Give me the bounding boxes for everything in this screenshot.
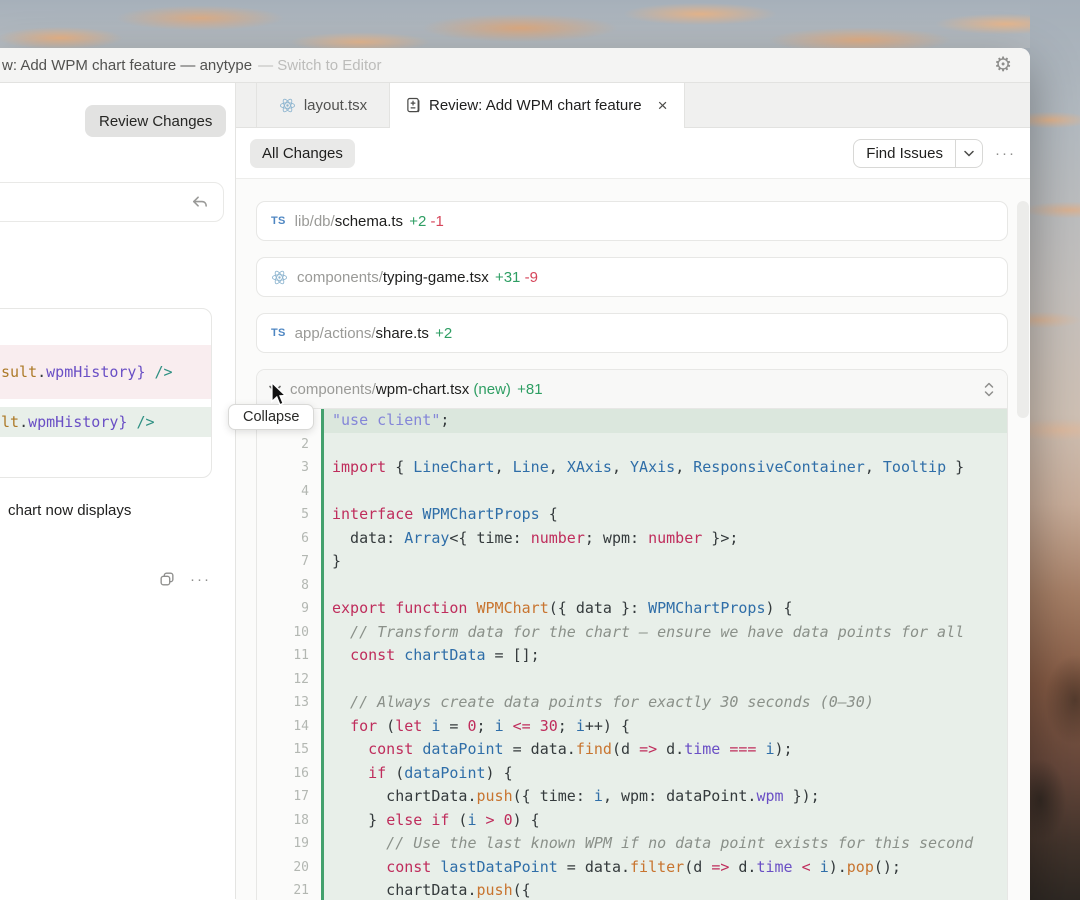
ts-icon: TS	[271, 215, 286, 227]
added-line: lt. wpmHistory} />	[0, 407, 211, 437]
undo-icon[interactable]	[190, 193, 209, 212]
file-path: lib/db/	[294, 212, 335, 230]
wallpaper-sky-band	[0, 0, 1080, 48]
deletions-count: -1	[430, 212, 444, 230]
deletions-count: -9	[524, 268, 538, 286]
code-line: 17 chartData.push({ time: i, wpm: dataPo…	[257, 785, 1007, 809]
titlebar: w: Add WPM chart feature — anytype — Swi…	[0, 48, 1030, 83]
window-title: w: Add WPM chart feature — anytype	[2, 56, 253, 74]
additions-count: +2	[435, 324, 453, 342]
code-line: 1"use client";	[257, 409, 1007, 433]
file-card-schema[interactable]: TS lib/db/schema.ts +2 -1	[256, 201, 1008, 241]
tab-label: layout.tsx	[303, 96, 368, 114]
code-line: 8	[257, 573, 1007, 597]
app-window: w: Add WPM chart feature — anytype — Swi…	[0, 48, 1030, 900]
file-name: schema.ts	[334, 212, 404, 230]
code-line: 4	[257, 479, 1007, 503]
find-issues-label: Find Issues	[866, 144, 943, 162]
file-name: wpm-chart.tsx	[375, 380, 470, 398]
ts-icon: TS	[271, 327, 286, 339]
main-panel: layout.tsx Review: Add WPM chart feature…	[236, 83, 1030, 900]
wallpaper-right-band	[1030, 0, 1080, 900]
new-file-badge: (new)	[473, 380, 511, 398]
file-name: share.ts	[375, 324, 429, 342]
code-line: 14 for (let i = 0; i <= 30; i++) {	[257, 714, 1007, 738]
assistant-message-text: chart now displays	[8, 502, 132, 519]
removed-line: sult. wpmHistory} />	[0, 345, 211, 399]
close-icon[interactable]: ×	[658, 96, 668, 116]
diff-file-icon	[406, 97, 421, 114]
code-line: 18 } else if (i > 0) {	[257, 808, 1007, 832]
review-changes-button[interactable]: Review Changes	[85, 105, 227, 137]
toolbar-more-icon[interactable]: ···	[995, 145, 1016, 162]
code-diff-view[interactable]: 1"use client";23import { LineChart, Line…	[257, 408, 1007, 900]
file-card-share[interactable]: TS app/actions/share.ts +2	[256, 313, 1008, 353]
find-issues-button[interactable]: Find Issues	[853, 138, 983, 168]
code-line: 12	[257, 667, 1007, 691]
additions-count: +31	[494, 268, 521, 286]
copy-icon[interactable]	[158, 570, 176, 588]
code-line: 20 const lastDataPoint = data.filter(d =…	[257, 855, 1007, 879]
file-name: typing-game.tsx	[382, 268, 489, 286]
gear-icon[interactable]: ⚙	[994, 55, 1012, 75]
code-line: 21 chartData.push({	[257, 879, 1007, 900]
code-line: 2	[257, 432, 1007, 456]
code-line: 19 // Use the last known WPM if no data …	[257, 832, 1007, 856]
code-line: 16 if (dataPoint) {	[257, 761, 1007, 785]
more-options-icon[interactable]: ···	[190, 571, 211, 588]
chevron-down-icon[interactable]	[955, 139, 982, 167]
expanded-file-header[interactable]: components/wpm-chart.tsx (new) +81	[257, 370, 1007, 408]
code-line: 13 // Always create data points for exac…	[257, 691, 1007, 715]
diff-snippet-card: sult. wpmHistory} /> lt. wpmHistory} />	[0, 308, 212, 478]
cursor-pointer-icon	[268, 382, 290, 408]
left-sidebar: Review Changes sult. wpmHistory} /> lt. wp…	[0, 83, 236, 899]
prompt-box[interactable]	[0, 182, 224, 222]
file-path: app/actions/	[294, 324, 376, 342]
additions-count: +2	[409, 212, 427, 230]
message-actions: ···	[158, 570, 211, 588]
code-line: 7}	[257, 550, 1007, 574]
all-changes-button[interactable]: All Changes	[250, 138, 355, 168]
code-line: 15 const dataPoint = data.find(d => d.ti…	[257, 738, 1007, 762]
code-line: 11 const chartData = [];	[257, 644, 1007, 668]
tab-review[interactable]: Review: Add WPM chart feature ×	[390, 83, 685, 128]
code-line: 10 // Transform data for the chart – ens…	[257, 620, 1007, 644]
tab-label: Review: Add WPM chart feature	[429, 97, 642, 114]
tab-bar: layout.tsx Review: Add WPM chart feature…	[236, 83, 1030, 128]
react-icon	[271, 269, 288, 286]
changes-list: TS lib/db/schema.ts +2 -1 components/typ…	[236, 178, 1030, 900]
file-path: components/	[297, 268, 383, 286]
react-icon	[279, 97, 296, 114]
code-line: 5 interface WPMChartProps {	[257, 503, 1007, 527]
file-path: components/	[290, 380, 376, 398]
code-line: 3 import { LineChart, Line, XAxis, YAxis,…	[257, 456, 1007, 480]
additions-count: +81	[517, 380, 543, 398]
code-line: 6 data: Array<{ time: number; wpm: numbe…	[257, 526, 1007, 550]
file-card-typing-game[interactable]: components/typing-game.tsx +31 -9	[256, 257, 1008, 297]
expand-collapse-icon[interactable]	[983, 381, 995, 398]
code-line: 9 export function WPMChart({ data }: WPMC…	[257, 597, 1007, 621]
file-card-wpm-chart-expanded: components/wpm-chart.tsx (new) +81 1"use…	[256, 369, 1008, 900]
scrollbar-thumb[interactable]	[1017, 201, 1029, 418]
tab-layout-tsx[interactable]: layout.tsx	[256, 83, 390, 127]
review-toolbar: All Changes Find Issues ···	[236, 128, 1030, 178]
switch-to-editor-hint[interactable]: — Switch to Editor	[258, 57, 381, 74]
